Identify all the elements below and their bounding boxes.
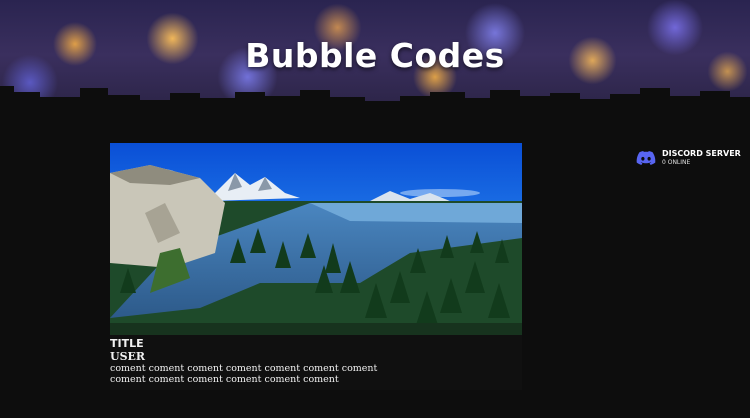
post-user[interactable]: USER — [110, 350, 522, 363]
discord-server-label[interactable]: DISCORD SERVER — [662, 149, 741, 159]
post-comment: coment coment coment coment coment comen… — [110, 363, 378, 385]
game-thumbnail[interactable] — [110, 143, 522, 335]
post-card[interactable]: TITLE USER coment coment coment coment c… — [110, 143, 522, 390]
discord-server-widget[interactable]: DISCORD SERVER 0 ONLINE — [636, 149, 741, 166]
site-title: Bubble Codes — [245, 36, 505, 75]
post-title[interactable]: TITLE — [110, 337, 522, 350]
discord-icon — [636, 150, 656, 165]
discord-online-count: 0 ONLINE — [662, 159, 691, 166]
